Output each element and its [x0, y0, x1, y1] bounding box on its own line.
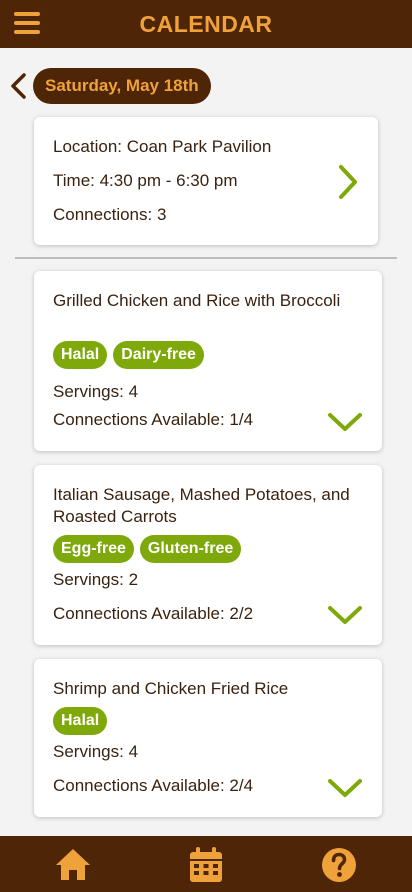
- meal-card[interactable]: Grilled Chicken and Rice with Broccoli H…: [34, 271, 382, 451]
- chevron-down-icon[interactable]: [326, 603, 364, 627]
- event-time: Time: 4:30 pm - 6:30 pm: [53, 171, 238, 190]
- chevron-down-icon[interactable]: [326, 410, 364, 434]
- meal-connections: Connections Available: 2/2: [53, 604, 254, 623]
- meal-name: Shrimp and Chicken Fried Rice: [53, 679, 289, 698]
- top-app-bar: CALENDAR: [0, 0, 412, 48]
- meal-tags: Halal: [53, 707, 108, 735]
- home-icon[interactable]: [54, 846, 92, 884]
- meal-name: Grilled Chicken and Rice with Broccoli: [53, 291, 341, 310]
- selected-date[interactable]: Saturday, May 18th: [33, 68, 211, 104]
- meal-connections: Connections Available: 2/4: [53, 776, 254, 795]
- event-location: Location: Coan Park Pavilion: [53, 137, 272, 156]
- tag-badge: Halal: [53, 341, 108, 369]
- bottom-nav: [0, 836, 412, 892]
- section-divider: [15, 257, 397, 259]
- chevron-right-icon[interactable]: [336, 163, 360, 201]
- meal-connections: Connections Available: 1/4: [53, 410, 254, 429]
- chevron-left-icon[interactable]: [8, 72, 30, 100]
- meal-servings: Servings: 4: [53, 382, 139, 401]
- meal-servings: Servings: 4: [53, 742, 139, 761]
- tag-badge: Halal: [53, 707, 108, 735]
- meal-servings: Servings: 2: [53, 570, 139, 589]
- chevron-down-icon[interactable]: [326, 776, 364, 800]
- meal-tags: Egg-free Gluten-free: [53, 535, 242, 563]
- calendar-icon[interactable]: [187, 846, 225, 884]
- meal-name: Italian Sausage, Mashed Potatoes, and Ro…: [53, 485, 350, 526]
- menu-icon[interactable]: [14, 12, 40, 34]
- event-connections: Connections: 3: [53, 205, 167, 224]
- tag-badge: Dairy-free: [113, 341, 204, 369]
- tag-badge: Gluten-free: [139, 535, 242, 563]
- meal-tags: Halal Dairy-free: [53, 341, 204, 369]
- event-card[interactable]: Location: Coan Park Pavilion Time: 4:30 …: [34, 117, 378, 245]
- tag-badge: Egg-free: [53, 535, 134, 563]
- page-title: CALENDAR: [139, 10, 273, 37]
- date-bar: Saturday, May 18th: [0, 68, 412, 104]
- meal-card[interactable]: Shrimp and Chicken Fried Rice Halal Serv…: [34, 659, 382, 817]
- meal-card[interactable]: Italian Sausage, Mashed Potatoes, and Ro…: [34, 465, 382, 645]
- help-icon[interactable]: [320, 846, 358, 884]
